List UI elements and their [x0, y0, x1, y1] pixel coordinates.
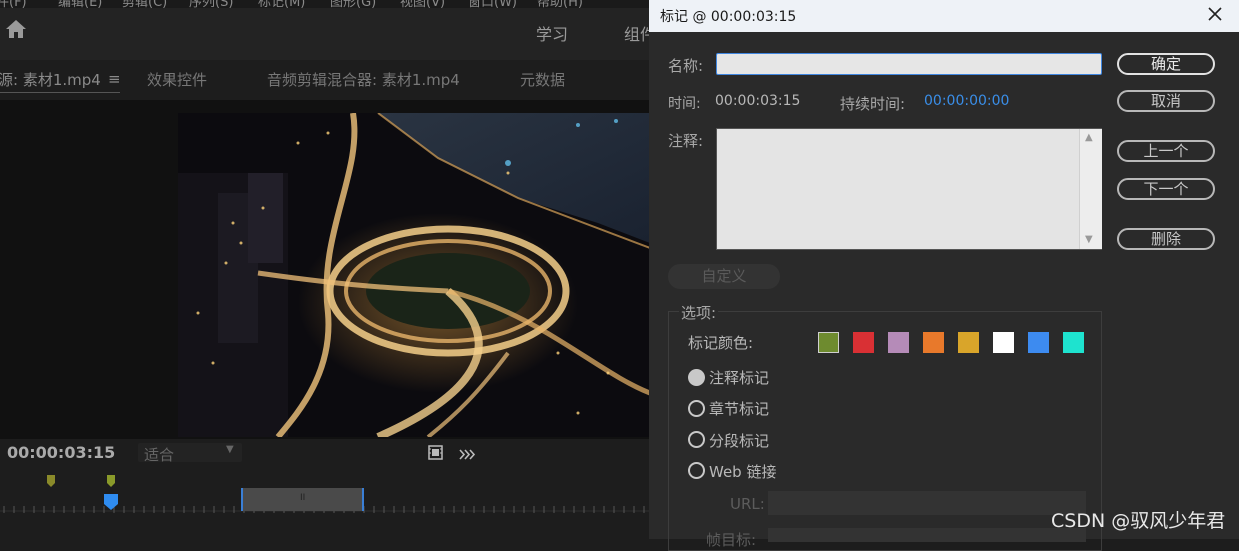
color-swatch[interactable]: [818, 332, 839, 353]
menu-item[interactable]: 编辑(E): [58, 0, 102, 8]
duration-label: 持续时间:: [840, 95, 906, 113]
time-value: 00:00:03:15: [715, 93, 801, 109]
chevron-down-icon: ▼: [226, 444, 234, 455]
in-point[interactable]: [241, 488, 243, 511]
notes-label: 注释:: [668, 132, 704, 150]
color-swatch[interactable]: [958, 332, 979, 353]
ok-button[interactable]: 确定: [1117, 53, 1215, 75]
time-label: 时间:: [668, 96, 701, 112]
url-field[interactable]: [768, 491, 1086, 515]
marker-icon[interactable]: [107, 473, 115, 487]
color-swatch[interactable]: [1063, 332, 1084, 353]
drag-audio-icon[interactable]: [459, 446, 477, 460]
tab-source[interactable]: 源: 素材1.mp4: [0, 69, 101, 90]
playhead-timecode[interactable]: 00:00:03:15: [7, 443, 115, 462]
watermark: CSDN @驭风少年君: [1051, 510, 1226, 532]
color-swatch[interactable]: [993, 332, 1014, 353]
radio-label: 分段标记: [709, 432, 770, 450]
next-button[interactable]: 下一个: [1117, 178, 1215, 200]
radio-web-link[interactable]: [688, 462, 705, 479]
menu-bar: 件(F) 编辑(E) 剪辑(C) 序列(S) 标记(M) 图形(G) 视图(V)…: [0, 0, 650, 8]
notes-scrollbar[interactable]: [1079, 129, 1102, 249]
menu-item[interactable]: 剪辑(C): [122, 0, 167, 8]
menu-item[interactable]: 窗口(W): [468, 0, 517, 8]
menu-item[interactable]: 标记(M): [258, 0, 305, 8]
radio-chapter-marker[interactable]: [688, 400, 705, 417]
cancel-button[interactable]: 取消: [1117, 90, 1215, 112]
name-label: 名称:: [668, 57, 704, 75]
tab-effect-controls[interactable]: 效果控件: [147, 69, 207, 90]
menu-item[interactable]: 图形(G): [330, 0, 376, 8]
delete-button[interactable]: 删除: [1117, 228, 1215, 250]
menu-item[interactable]: 帮助(H): [537, 0, 583, 8]
menu-item[interactable]: 视图(V): [400, 0, 445, 8]
dialog-title: 标记 @ 00:00:03:15: [660, 9, 797, 25]
scroll-up-icon[interactable]: ▲: [1085, 132, 1093, 143]
radio-segmentation-marker[interactable]: [688, 431, 705, 448]
radio-label: Web 链接: [709, 463, 777, 481]
name-field[interactable]: [716, 53, 1102, 75]
notes-textarea[interactable]: [716, 128, 1102, 250]
menu-item[interactable]: 序列(S): [189, 0, 233, 8]
tab-underline: [0, 92, 120, 93]
panel-menu-icon[interactable]: ≡: [108, 70, 121, 88]
previous-button[interactable]: 上一个: [1117, 140, 1215, 162]
video-frame: [178, 113, 650, 437]
color-swatch[interactable]: [888, 332, 909, 353]
scroll-down-icon[interactable]: ▼: [1085, 234, 1093, 245]
url-label: URL:: [730, 495, 765, 513]
frame-target-label: 帧目标:: [706, 531, 757, 549]
zoom-select-value: 适合: [144, 446, 175, 464]
menu-item[interactable]: 件(F): [0, 0, 27, 8]
radio-comment-marker[interactable]: [688, 369, 705, 386]
marker-color-label: 标记颜色:: [688, 334, 754, 352]
tab-metadata[interactable]: 元数据: [520, 69, 565, 90]
workspace-learn[interactable]: 学习: [536, 21, 568, 45]
playhead[interactable]: [104, 494, 118, 510]
color-swatch[interactable]: [923, 332, 944, 353]
radio-label: 注释标记: [709, 369, 770, 387]
close-icon[interactable]: [1205, 4, 1225, 24]
home-icon[interactable]: [4, 17, 28, 41]
color-swatch[interactable]: [1028, 332, 1049, 353]
frame-target-field[interactable]: [768, 528, 1086, 542]
duration-value[interactable]: 00:00:00:00: [924, 93, 1009, 109]
color-swatch[interactable]: [853, 332, 874, 353]
film-icon[interactable]: [428, 445, 443, 460]
customize-button[interactable]: 自定义: [668, 264, 780, 289]
out-point[interactable]: [362, 488, 364, 511]
marker-icon[interactable]: [47, 473, 55, 487]
options-label: 选项:: [679, 302, 719, 323]
radio-label: 章节标记: [709, 400, 770, 418]
range-handle: II: [300, 493, 306, 503]
tab-audio-mixer[interactable]: 音频剪辑混合器: 素材1.mp4: [267, 69, 460, 90]
in-out-range[interactable]: II: [241, 488, 364, 511]
